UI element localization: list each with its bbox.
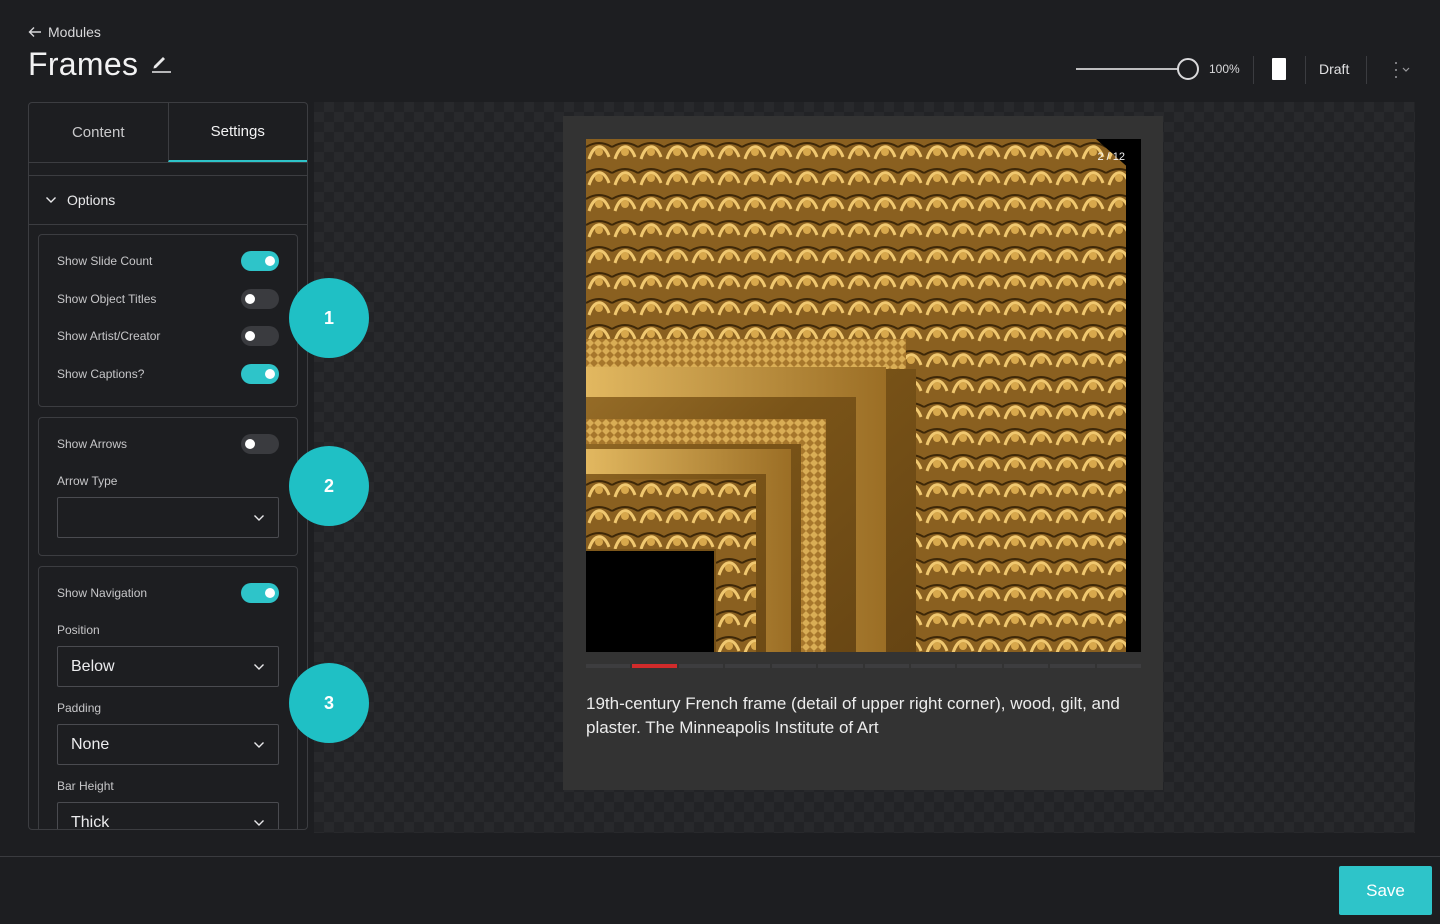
bar-height-select[interactable]: Thick xyxy=(57,802,279,830)
save-button[interactable]: Save xyxy=(1339,866,1432,915)
setting-row-show-navigation: Show Navigation xyxy=(57,582,279,604)
chevron-down-icon xyxy=(254,820,264,826)
nav-segment[interactable] xyxy=(910,664,956,668)
back-link-label: Modules xyxy=(48,24,101,40)
display-options-group: Show Slide Count Show Object Titles Show… xyxy=(38,234,298,407)
nav-segment[interactable] xyxy=(678,664,724,668)
setting-row-show-captions: Show Captions? xyxy=(57,363,279,385)
nav-segment[interactable] xyxy=(586,664,631,668)
padding-select[interactable]: None xyxy=(57,724,279,765)
panel-tabs: Content Settings xyxy=(29,103,307,163)
arrow-type-select[interactable] xyxy=(57,497,279,538)
nav-segment[interactable] xyxy=(771,664,817,668)
arrow-left-icon xyxy=(28,27,41,37)
nav-segment[interactable] xyxy=(864,664,909,668)
show-slide-count-toggle[interactable] xyxy=(241,251,279,271)
navigation-options-group: Show Navigation Position Below Padding N… xyxy=(38,566,298,830)
gilded-frame-image xyxy=(586,139,1141,652)
setting-label: Show Captions? xyxy=(57,367,145,381)
setting-label: Show Object Titles xyxy=(57,292,157,306)
options-section-title: Options xyxy=(67,192,116,208)
nav-segment[interactable] xyxy=(725,664,770,668)
header-divider xyxy=(1253,56,1254,84)
show-navigation-toggle[interactable] xyxy=(241,583,279,603)
footer-divider xyxy=(0,856,1440,857)
setting-label: Show Navigation xyxy=(57,586,148,600)
zoom-level: 100% xyxy=(1209,62,1240,76)
slide-count: 2 / 12 xyxy=(1097,151,1125,163)
setting-label: Show Arrows xyxy=(57,437,128,451)
position-label: Position xyxy=(57,623,100,637)
options-section-header[interactable]: Options xyxy=(29,175,307,225)
show-arrows-toggle[interactable] xyxy=(241,434,279,454)
position-value: Below xyxy=(71,657,115,675)
arrow-type-label: Arrow Type xyxy=(57,474,118,488)
nav-segment[interactable] xyxy=(957,664,1002,668)
setting-row-show-object-titles: Show Object Titles xyxy=(57,288,279,310)
nav-segment-active[interactable] xyxy=(632,664,677,668)
pencil-icon[interactable] xyxy=(150,52,172,74)
setting-row-show-artist-creator: Show Artist/Creator xyxy=(57,325,279,347)
padding-label: Padding xyxy=(57,701,102,715)
zoom-slider[interactable] xyxy=(1076,58,1200,80)
zoom-slider-handle[interactable] xyxy=(1177,58,1199,80)
header-divider xyxy=(1305,56,1306,84)
slideshow-preview-card: 2 / 12 19th-century French frame (detail… xyxy=(563,116,1163,790)
show-captions-toggle[interactable] xyxy=(241,364,279,384)
bar-height-value: Thick xyxy=(71,813,110,830)
back-to-modules-link[interactable]: Modules xyxy=(28,24,101,40)
show-object-titles-toggle[interactable] xyxy=(241,289,279,309)
nav-segment[interactable] xyxy=(1003,664,1049,668)
chevron-down-icon xyxy=(254,664,264,670)
device-preview-icon[interactable] xyxy=(1272,58,1286,80)
chevron-down-icon xyxy=(46,197,56,203)
chevron-down-icon xyxy=(254,515,264,521)
navigation-bar[interactable] xyxy=(586,664,1142,668)
setting-label: Show Artist/Creator xyxy=(57,329,161,343)
callout-badge-1: 1 xyxy=(289,278,369,358)
callout-badge-3: 3 xyxy=(289,663,369,743)
arrow-options-group: Show Arrows Arrow Type xyxy=(38,417,298,556)
callout-badge-2: 2 xyxy=(289,446,369,526)
setting-row-show-slide-count: Show Slide Count xyxy=(57,250,279,272)
slide-caption: 19th-century French frame (detail of upp… xyxy=(586,694,1120,737)
position-select[interactable]: Below xyxy=(57,646,279,687)
setting-label: Show Slide Count xyxy=(57,254,153,268)
padding-value: None xyxy=(71,735,110,753)
setting-row-show-arrows: Show Arrows xyxy=(57,433,279,455)
chevron-down-icon xyxy=(254,742,264,748)
page-title: Frames xyxy=(28,46,139,82)
tab-settings[interactable]: Settings xyxy=(167,103,307,162)
tab-content[interactable]: Content xyxy=(29,103,168,162)
publish-status[interactable]: Draft xyxy=(1319,61,1349,77)
nav-segment[interactable] xyxy=(1050,664,1095,668)
zoom-slider-track xyxy=(1076,68,1188,70)
nav-segment[interactable] xyxy=(818,664,863,668)
nav-segment[interactable] xyxy=(1096,664,1142,668)
show-artist-creator-toggle[interactable] xyxy=(241,326,279,346)
more-options-icon[interactable] xyxy=(1390,60,1414,80)
bar-height-label: Bar Height xyxy=(57,779,114,793)
settings-panel: Content Settings Options Show Slide Coun… xyxy=(28,102,308,830)
header-divider xyxy=(1366,56,1367,84)
slide-image[interactable]: 2 / 12 xyxy=(586,139,1141,652)
